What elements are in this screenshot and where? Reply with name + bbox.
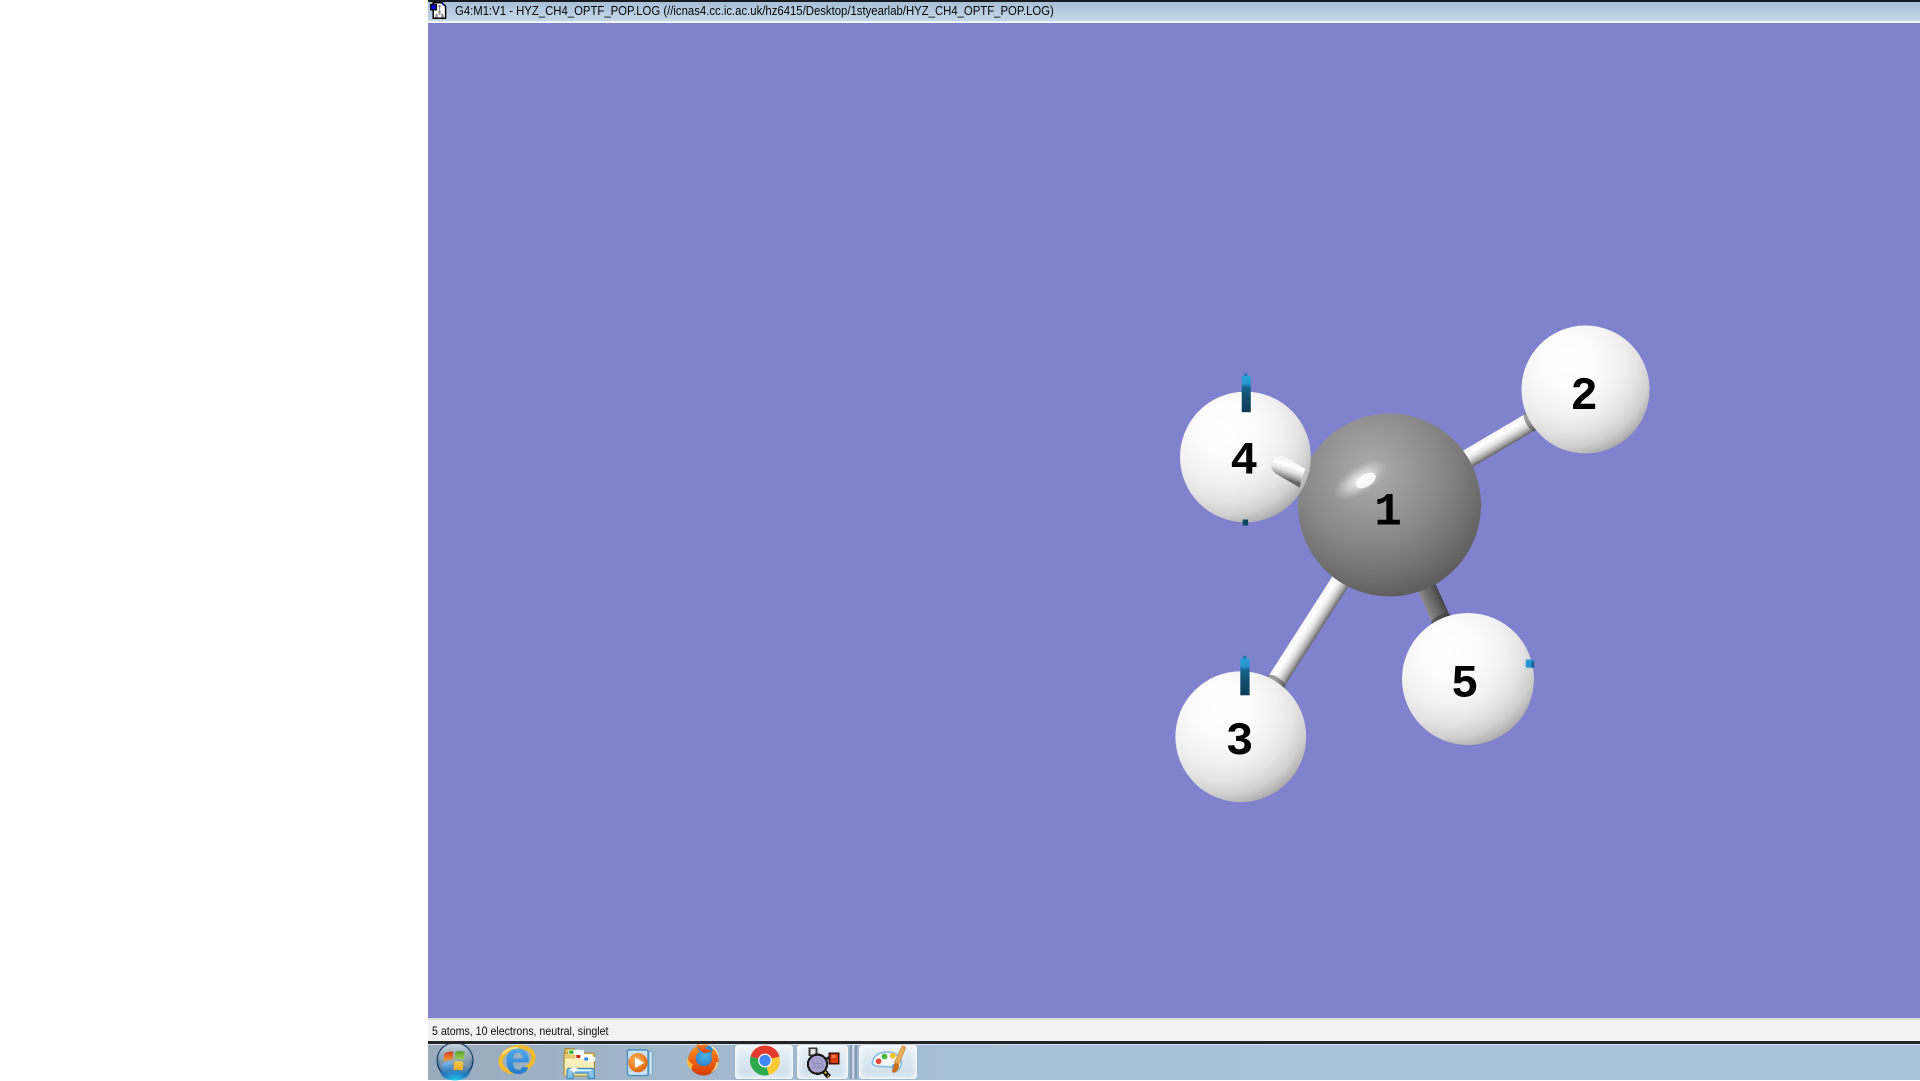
svg-text:1: 1 xyxy=(1374,486,1402,538)
svg-text:2: 2 xyxy=(1570,371,1598,423)
svg-text:4: 4 xyxy=(1230,435,1258,487)
svg-text:e: e xyxy=(505,1044,531,1081)
svg-text:3: 3 xyxy=(1226,716,1254,768)
svg-text:5: 5 xyxy=(1451,659,1479,711)
